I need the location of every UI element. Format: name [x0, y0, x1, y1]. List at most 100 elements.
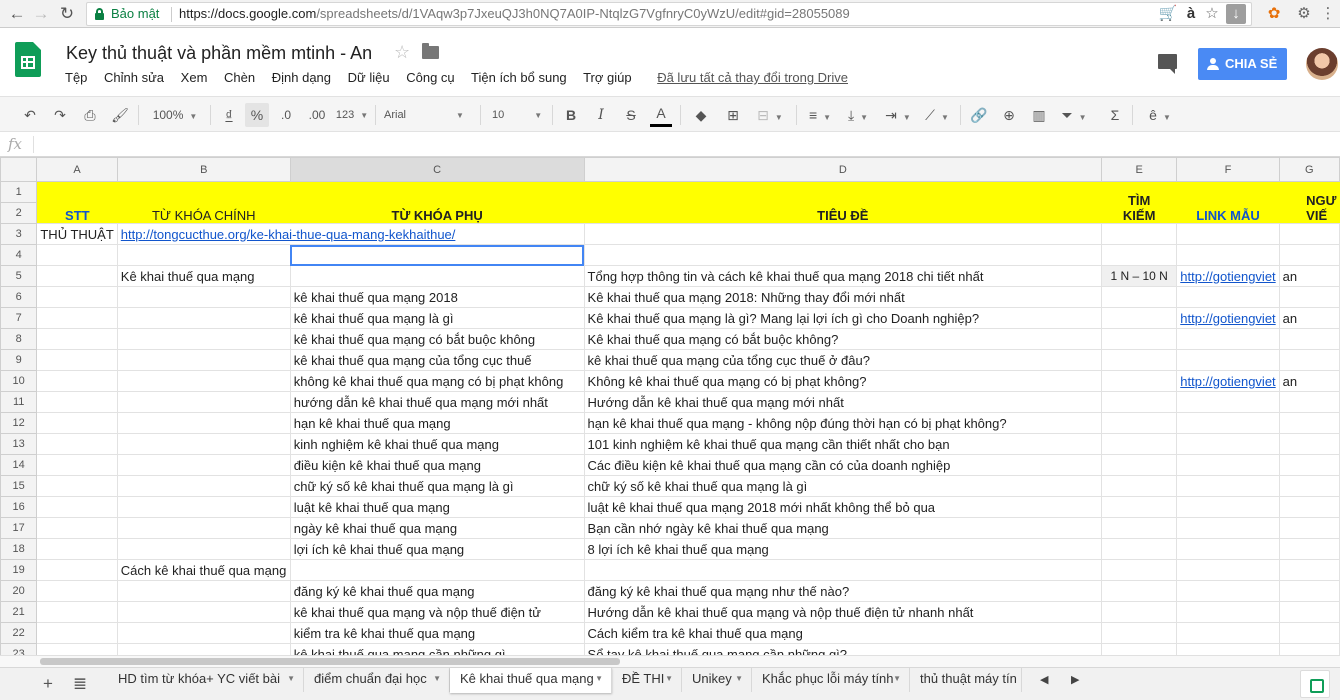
menu-view[interactable]: Xem	[181, 70, 208, 85]
menu-addons[interactable]: Tiện ích bổ sung	[471, 70, 567, 85]
address-bar[interactable]: Bảo mật https://docs.google.com/spreadsh…	[86, 2, 1252, 26]
menu-data[interactable]: Dữ liệu	[348, 70, 390, 85]
cell-g[interactable]	[1278, 496, 1340, 518]
cell-g[interactable]: an	[1278, 307, 1340, 329]
folder-icon[interactable]	[422, 43, 439, 59]
cell-a[interactable]	[36, 601, 118, 623]
cell-b[interactable]	[116, 349, 291, 371]
sheet-tab[interactable]: điểm chuẩn đại học ▼	[304, 668, 450, 692]
cell-f[interactable]	[1176, 433, 1280, 455]
row-header[interactable]: 10	[0, 370, 38, 392]
column-header-e[interactable]: E	[1101, 157, 1178, 182]
cell-e[interactable]	[1101, 538, 1178, 560]
explore-icon[interactable]	[1300, 670, 1330, 698]
column-header-d[interactable]: D	[583, 157, 1103, 182]
cell-f[interactable]	[1176, 244, 1280, 266]
cell-e[interactable]	[1101, 454, 1178, 476]
cell-b[interactable]	[116, 454, 291, 476]
zoom-select[interactable]: 100% ▼	[146, 103, 204, 127]
chevron-down-icon[interactable]: ▼	[893, 668, 901, 690]
cell-d[interactable]: Cách kiểm tra kê khai thuế qua mạng	[583, 622, 1103, 644]
cell-g[interactable]	[1278, 643, 1340, 655]
cell-e[interactable]	[1101, 286, 1178, 308]
cell-a[interactable]	[36, 475, 118, 497]
cell-f[interactable]	[1176, 580, 1280, 602]
cell-e[interactable]	[1101, 307, 1178, 329]
currency-format-button[interactable]: ₫	[218, 103, 240, 127]
url-text[interactable]: https://docs.google.com/spreadsheets/d/1…	[179, 6, 850, 21]
cell-e[interactable]	[1101, 475, 1178, 497]
cell-g[interactable]	[1278, 454, 1340, 476]
cell-a[interactable]	[36, 307, 118, 329]
horizontal-scrollbar[interactable]	[0, 655, 1340, 667]
cell-c[interactable]: kê khai thuế qua mạng của tổng cục thuế	[289, 349, 585, 371]
cell-d[interactable]	[583, 223, 1103, 245]
borders-icon[interactable]: ⊞	[722, 103, 744, 127]
download-icon[interactable]: ↓	[1226, 4, 1246, 24]
cell-a[interactable]: THỦ THUẬT	[36, 223, 118, 245]
cell-b[interactable]	[116, 622, 291, 644]
cell-f[interactable]	[1176, 223, 1280, 245]
avatar[interactable]	[1306, 48, 1338, 80]
cell-b[interactable]	[116, 307, 291, 329]
cell-e[interactable]	[1101, 349, 1178, 371]
cell-a[interactable]	[36, 433, 118, 455]
sheet-tab[interactable]: Khắc phục lỗi máy tính ▼	[752, 668, 910, 692]
cell-a[interactable]	[36, 391, 118, 413]
cell-b[interactable]: Cách kê khai thuế qua mạng	[116, 559, 291, 581]
cell-f[interactable]	[1176, 286, 1280, 308]
cell-g[interactable]	[1278, 475, 1340, 497]
cell-c[interactable]: hướng dẫn kê khai thuế qua mạng mới nhất	[289, 391, 585, 413]
vertical-align-icon[interactable]: ⤓ ▼	[842, 103, 874, 127]
cell-c[interactable]: kê khai thuế qua mạng cần những gì	[289, 643, 585, 655]
row-header[interactable]: 22	[0, 622, 38, 644]
column-header-b[interactable]: B	[116, 157, 291, 182]
fill-color-icon[interactable]: ◆	[690, 103, 712, 127]
cell-e[interactable]	[1101, 433, 1178, 455]
cell-e[interactable]	[1101, 328, 1178, 350]
cell-c[interactable]: kê khai thuế qua mạng 2018	[289, 286, 585, 308]
cell-f[interactable]	[1176, 475, 1280, 497]
cell-d[interactable]: 101 kinh nghiệm kê khai thuế qua mạng cầ…	[583, 433, 1103, 455]
cell-b[interactable]	[116, 370, 291, 392]
decrease-decimal-button[interactable]: .0	[274, 103, 298, 127]
cell-c[interactable]: đăng ký kê khai thuế qua mạng	[289, 580, 585, 602]
cell-d[interactable]: Các điều kiện kê khai thuế qua mạng cần …	[583, 454, 1103, 476]
cell-d[interactable]: Tổng hợp thông tin và cách kê khai thuế …	[583, 265, 1103, 287]
share-button[interactable]: CHIA SẺ	[1198, 48, 1287, 80]
cell-f[interactable]	[1176, 622, 1280, 644]
scroll-tabs-right-icon[interactable]: ▶	[1071, 673, 1079, 686]
column-header-c[interactable]: C	[289, 157, 585, 182]
cell-e[interactable]	[1101, 412, 1178, 434]
input-tools-select[interactable]: ê ▼	[1142, 103, 1178, 127]
header-stt[interactable]: STT	[36, 181, 118, 224]
save-status[interactable]: Đã lưu tất cả thay đổi trong Drive	[657, 70, 848, 85]
flower-extension-icon[interactable]: ✿	[1264, 4, 1284, 24]
increase-decimal-button[interactable]: .00	[303, 103, 331, 127]
column-header-g[interactable]: G	[1278, 157, 1340, 182]
cell-f[interactable]	[1176, 601, 1280, 623]
cell-b[interactable]	[116, 328, 291, 350]
cell-e[interactable]	[1101, 601, 1178, 623]
cell-e[interactable]	[1101, 223, 1178, 245]
menu-help[interactable]: Trợ giúp	[583, 70, 632, 85]
row-header[interactable]: 18	[0, 538, 38, 560]
cell-b[interactable]: Kê khai thuế qua mạng	[116, 265, 291, 287]
grid-corner[interactable]	[0, 157, 38, 182]
cell-f[interactable]: http://gotiengviet	[1176, 265, 1280, 287]
cell-c[interactable]: lợi ích kê khai thuế qua mạng	[289, 538, 585, 560]
cell-b[interactable]	[116, 244, 291, 266]
functions-button[interactable]: Σ	[1104, 103, 1126, 127]
cell-g[interactable]	[1278, 328, 1340, 350]
cell-g[interactable]: an	[1278, 370, 1340, 392]
header-tu-khoa-chinh[interactable]: TỪ KHÓA CHÍNH	[117, 181, 291, 224]
horizontal-align-icon[interactable]: ≡ ▼	[804, 103, 836, 127]
chevron-down-icon[interactable]: ▼	[665, 668, 673, 690]
row-header[interactable]: 9	[0, 349, 38, 371]
cell-b[interactable]	[116, 601, 291, 623]
scroll-thumb[interactable]	[40, 658, 620, 665]
row-header[interactable]: 15	[0, 475, 38, 497]
menu-format[interactable]: Định dạng	[272, 70, 331, 85]
cell-c[interactable]: kê khai thuế qua mạng có bắt buộc không	[289, 328, 585, 350]
row-header[interactable]: 16	[0, 496, 38, 518]
